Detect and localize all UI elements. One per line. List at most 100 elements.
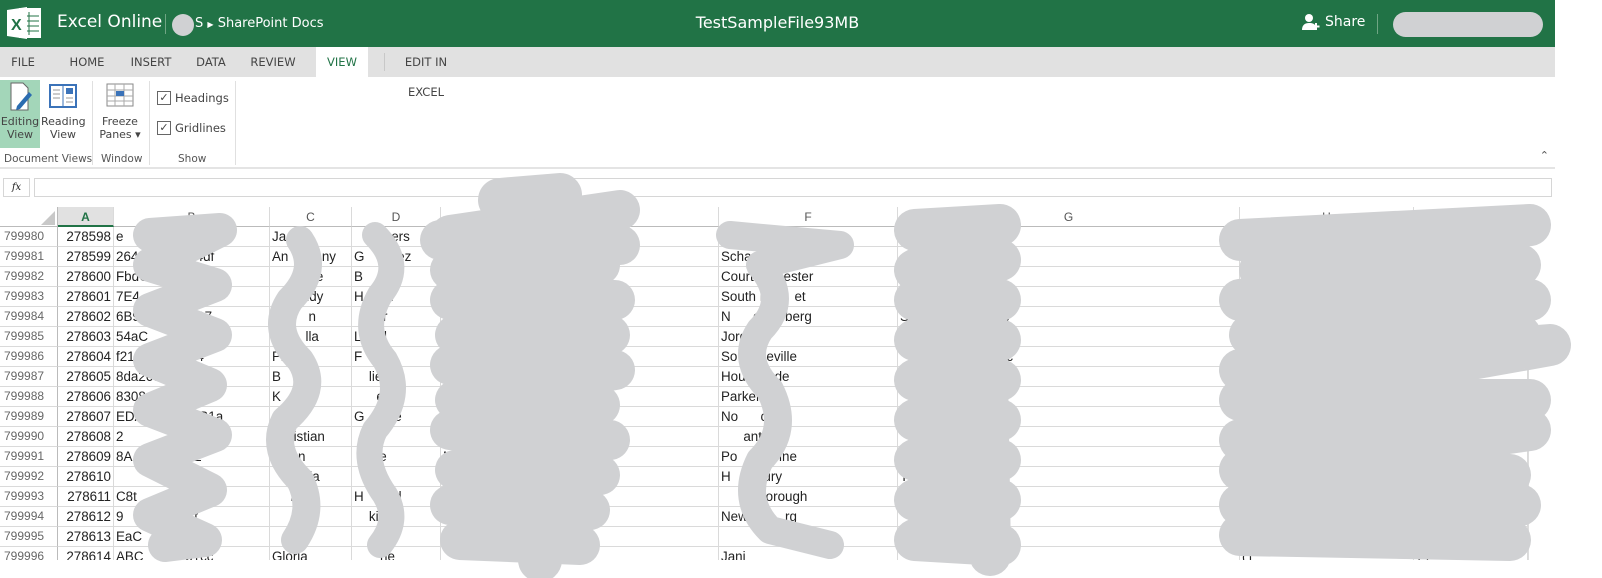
share-button[interactable]: Share (1302, 13, 1365, 31)
cell-a[interactable]: 278600 (58, 267, 114, 287)
cell-i[interactable]: 1004x0 (1414, 307, 1528, 327)
cell-g[interactable]: P (898, 227, 1240, 247)
select-all-corner[interactable] (0, 207, 58, 227)
row-header[interactable]: 799980 (0, 227, 58, 247)
cell-g[interactable]: S T e (898, 307, 1240, 327)
cell-d[interactable]: G alez (352, 247, 441, 267)
row-header[interactable]: 799986 (0, 347, 58, 367)
cell-i[interactable]: 11-4045-34 (1414, 267, 1528, 287)
cell-g[interactable] (898, 287, 1240, 307)
tab-data[interactable]: DATA (188, 47, 234, 77)
cell-h[interactable]: ( (1240, 247, 1414, 267)
row-header[interactable]: 799994 (0, 507, 58, 527)
collapse-ribbon-icon[interactable]: ⌃ (1540, 149, 1549, 162)
cell-b[interactable]: FbdCh 39D81 (114, 267, 270, 287)
cell-f[interactable] (719, 527, 898, 547)
cell-b[interactable]: 9 497f (114, 507, 270, 527)
freeze-panes-button[interactable]: Freeze Panes ▾ (97, 80, 143, 148)
vertical-scrollbar[interactable]: ▲ (1528, 226, 1555, 560)
row-header[interactable]: 799987 (0, 367, 58, 387)
cell-b[interactable]: C8t d3BB2 (114, 487, 270, 507)
cell-g[interactable]: w (898, 507, 1240, 527)
cell-g[interactable] (898, 247, 1240, 267)
cell-a[interactable]: 278604 (58, 347, 114, 367)
cell-f[interactable]: N cheleberg (719, 307, 898, 327)
cell-b[interactable]: 8A 0AeE (114, 447, 270, 467)
cell-b[interactable]: 8308 cbF7eC (114, 387, 270, 407)
cell-c[interactable]: K (270, 387, 352, 407)
cell-g[interactable] (898, 547, 1240, 560)
cell-e[interactable]: A (441, 347, 719, 367)
cell-i[interactable] (1414, 327, 1528, 347)
cell-h[interactable] (1240, 267, 1414, 287)
cell-a[interactable]: 278613 (58, 527, 114, 547)
cell-c[interactable]: Ph (270, 347, 352, 367)
cell-b[interactable]: 54aC 4DaAC (114, 327, 270, 347)
cell-d[interactable]: e (352, 387, 441, 407)
headings-checkbox[interactable]: ✓ Headings (157, 91, 229, 105)
column-header-h[interactable]: H (1240, 207, 1414, 227)
cell-f[interactable]: Parker (719, 387, 898, 407)
cell-f[interactable]: Jorg (719, 327, 898, 347)
cell-i[interactable] (1414, 287, 1528, 307)
cell-i[interactable]: 575 (1414, 467, 1528, 487)
cell-d[interactable]: ker (352, 307, 441, 327)
cell-i[interactable] (1414, 527, 1528, 547)
cell-i[interactable]: 4x24 (1414, 407, 1528, 427)
cell-a[interactable]: 278611 (58, 487, 114, 507)
cell-f[interactable]: So seville (719, 347, 898, 367)
cell-a[interactable]: 278606 (58, 387, 114, 407)
cell-a[interactable]: 278608 (58, 427, 114, 447)
cell-e[interactable] (441, 547, 719, 560)
cell-h[interactable]: (1 (1240, 547, 1414, 560)
cell-d[interactable]: ne (352, 547, 441, 560)
cell-e[interactable] (441, 227, 719, 247)
cell-d[interactable]: H n (352, 287, 441, 307)
cell-c[interactable]: hloe (270, 267, 352, 287)
row-header[interactable]: 799981 (0, 247, 58, 267)
cell-h[interactable]: 96 (1240, 287, 1414, 307)
cell-c[interactable]: n (270, 407, 352, 427)
cell-e[interactable]: C Berg (441, 367, 719, 387)
cell-e[interactable]: I (441, 287, 719, 307)
cell-i[interactable]: 5612 (1414, 427, 1528, 447)
cell-a[interactable]: 278607 (58, 407, 114, 427)
cell-c[interactable]: an (270, 527, 352, 547)
column-header-d[interactable]: D (352, 207, 441, 227)
cell-d[interactable]: ers (352, 227, 441, 247)
cell-g[interactable] (898, 527, 1240, 547)
column-header-b[interactable]: B (114, 207, 270, 227)
cell-e[interactable]: P (441, 327, 719, 347)
fx-icon[interactable]: fx (3, 178, 30, 197)
cell-b[interactable]: f21 Db4b4 (114, 347, 270, 367)
cell-d[interactable]: e (352, 527, 441, 547)
cell-c[interactable]: ndy (270, 287, 352, 307)
spreadsheet-grid[interactable]: ABCDEFGHI 799980 278598 e C Ja ers P(799981 2… (0, 207, 1528, 560)
cell-c[interactable]: Gloria (270, 547, 352, 560)
cell-d[interactable]: H ard (352, 487, 441, 507)
cell-a[interactable]: 278614 (58, 547, 114, 560)
cell-c[interactable]: audia (270, 467, 352, 487)
cell-c[interactable]: Ja (270, 227, 352, 247)
cell-c[interactable]: l (270, 487, 352, 507)
cell-c[interactable]: B by (270, 367, 352, 387)
user-account-redacted[interactable] (1393, 12, 1543, 37)
row-header[interactable]: 799990 (0, 427, 58, 447)
column-header-f[interactable]: F (719, 207, 898, 227)
cell-c[interactable]: lla (270, 327, 352, 347)
column-header-i[interactable]: I (1414, 207, 1528, 227)
cell-h[interactable] (1240, 407, 1414, 427)
cell-h[interactable] (1240, 387, 1414, 407)
cell-i[interactable]: 71 (1414, 547, 1528, 560)
cell-g[interactable]: T (898, 467, 1240, 487)
cell-g[interactable]: lic (898, 347, 1240, 367)
cell-b[interactable]: 264 eAd4df (114, 247, 270, 267)
row-header[interactable]: 799982 (0, 267, 58, 287)
cell-e[interactable] (441, 467, 719, 487)
tab-review[interactable]: REVIEW (246, 47, 300, 77)
cell-e[interactable]: Po asquez (441, 427, 719, 447)
cell-h[interactable]: ( (1240, 227, 1414, 247)
cell-a[interactable]: 278602 (58, 307, 114, 327)
formula-input[interactable] (34, 178, 1552, 197)
cell-d[interactable]: kijs (352, 507, 441, 527)
